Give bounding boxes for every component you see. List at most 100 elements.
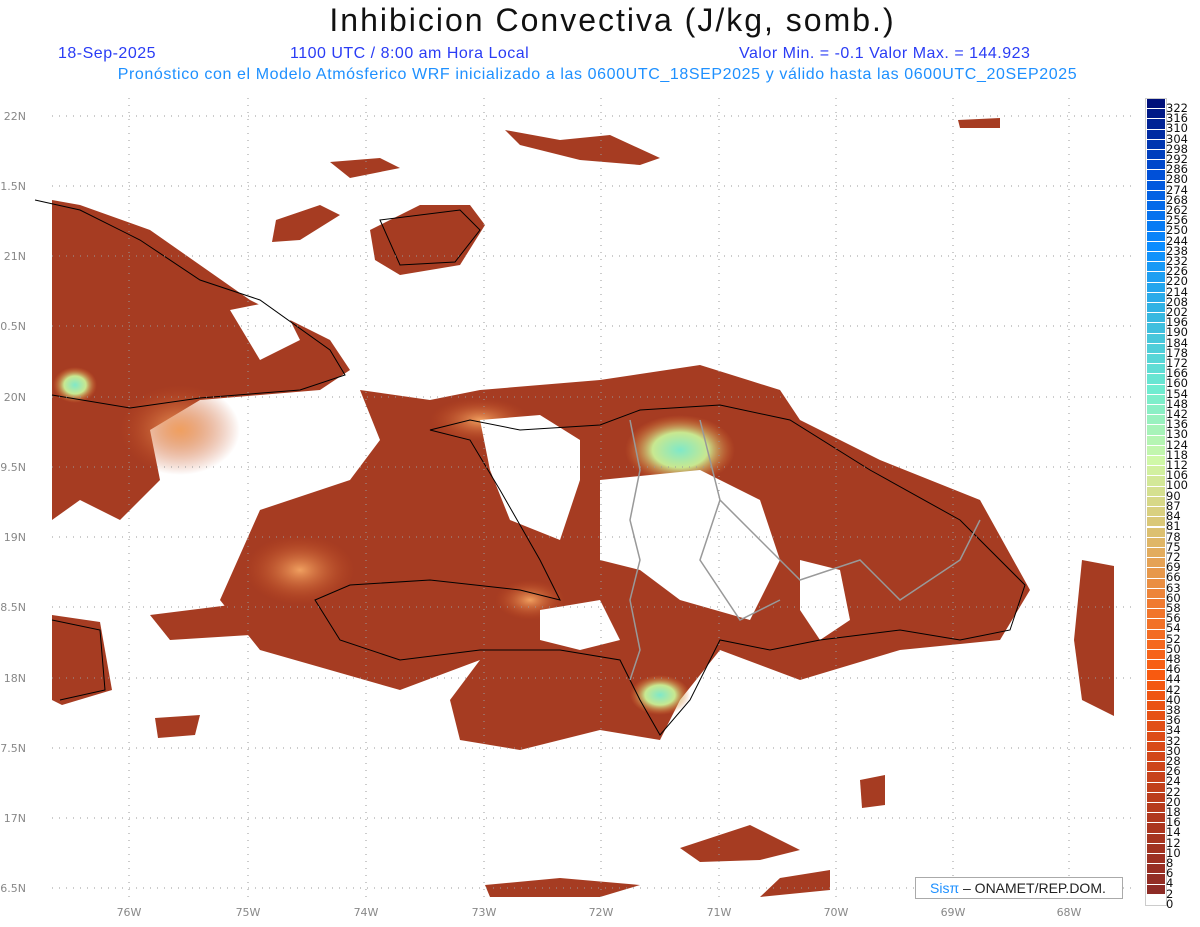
field-bahamas-3 xyxy=(272,205,340,242)
colorbar-swatch xyxy=(1147,445,1165,456)
colorbar-swatch xyxy=(1147,751,1165,762)
field-bahamas-2 xyxy=(330,158,400,178)
colorbar-swatch xyxy=(1147,190,1165,200)
colorbar-swatch xyxy=(1147,109,1165,119)
lat-label: 18N xyxy=(4,672,26,685)
lon-label: 68W xyxy=(1057,906,1082,919)
colorbar-swatch xyxy=(1147,629,1165,639)
colorbar-swatch xyxy=(1147,660,1165,670)
colorbar-swatch xyxy=(1147,343,1165,354)
lat-label: 6.5N xyxy=(0,882,26,895)
colorbar-swatch xyxy=(1147,813,1165,823)
colorbar-swatch xyxy=(1147,160,1165,170)
colorbar-swatch xyxy=(1147,802,1165,813)
colorbar-swatch xyxy=(1147,272,1165,282)
colorbar-swatch xyxy=(1147,456,1165,466)
colorbar-swatch xyxy=(1147,639,1165,649)
colorbar-swatch xyxy=(1147,547,1165,558)
colorbar-swatch xyxy=(1147,843,1165,853)
lat-label: 21N xyxy=(4,250,26,263)
field-bahamas-1 xyxy=(505,130,660,165)
colorbar-swatch xyxy=(1147,690,1165,700)
colorbar-swatch xyxy=(1147,762,1165,772)
lon-label: 70W xyxy=(824,906,849,919)
lon-label: 74W xyxy=(354,906,379,919)
colorbar-swatch xyxy=(1147,578,1165,588)
colorbar-swatch xyxy=(1147,282,1165,292)
colorbar-swatch xyxy=(1147,364,1165,374)
colorbar-swatch xyxy=(1147,894,1165,904)
colorbar-swatch xyxy=(1147,303,1165,313)
lon-label: 73W xyxy=(472,906,497,919)
colorbar-swatch xyxy=(1147,313,1165,323)
colorbar-swatch xyxy=(1147,507,1165,517)
lon-label: 72W xyxy=(589,906,614,919)
colorbar-swatch xyxy=(1147,517,1165,527)
lat-label: 7.5N xyxy=(0,742,26,755)
colorbar-swatch xyxy=(1147,792,1165,802)
colorbar-swatch xyxy=(1147,150,1165,160)
colorbar-swatch xyxy=(1147,252,1165,262)
colorbar-swatch xyxy=(1147,782,1165,792)
colorbar-swatch xyxy=(1147,711,1165,721)
colorbar-swatch xyxy=(1147,609,1165,619)
colorbar-swatch xyxy=(1147,598,1165,609)
colorbar-swatch xyxy=(1147,201,1165,211)
colorbar-swatch xyxy=(1147,323,1165,333)
colorbar-swatch xyxy=(1147,649,1165,660)
colorbar-swatch xyxy=(1147,405,1165,415)
colorbar-swatch xyxy=(1147,486,1165,496)
colorbar-swatch xyxy=(1147,772,1165,782)
lat-label: 17N xyxy=(4,812,26,825)
field-small-2 xyxy=(155,715,200,738)
colorbar-swatch xyxy=(1147,568,1165,578)
lat-label: 1.5N xyxy=(0,180,26,193)
colorbar-swatch xyxy=(1147,833,1165,843)
colorbar-swatch xyxy=(1147,853,1165,864)
colorbar-swatch xyxy=(1147,139,1165,149)
colorbar-swatch xyxy=(1147,619,1165,629)
colorbar-swatch xyxy=(1147,874,1165,884)
colorbar-swatch xyxy=(1147,670,1165,680)
map-canvas: 76W 75W 74W 73W 72W 71W 70W 69W 68W 22N 1.5N 21N 0.5… xyxy=(0,98,1135,919)
lat-label: 8.5N xyxy=(0,601,26,614)
colorbar-label: 0 xyxy=(1166,896,1174,911)
lat-label: 9.5N xyxy=(0,461,26,474)
lat-label: 19N xyxy=(4,531,26,544)
colorbar-swatch xyxy=(1147,588,1165,598)
colorbar-swatch xyxy=(1147,435,1165,445)
colorbar-swatch xyxy=(1147,262,1165,272)
lon-label: 76W xyxy=(117,906,142,919)
field-puerto-rico xyxy=(1074,560,1114,716)
sispi-logo: Sisπ xyxy=(930,880,960,896)
land-field xyxy=(52,118,1114,897)
colorbar-swatch xyxy=(1147,354,1165,364)
credit-text: – ONAMET/REP.DOM. xyxy=(959,880,1106,896)
colorbar-swatch xyxy=(1147,884,1165,894)
lat-label: 20N xyxy=(4,391,26,404)
field-inagua xyxy=(370,205,485,275)
lat-label: 0.5N xyxy=(0,320,26,333)
colorbar-swatch xyxy=(1147,211,1165,221)
colorbar-swatch xyxy=(1147,466,1165,476)
colorbar-swatch xyxy=(1147,231,1165,241)
field-south-2 xyxy=(485,878,640,897)
colorbar-swatch xyxy=(1147,527,1165,537)
colorbar-swatch xyxy=(1147,170,1165,180)
lon-label: 75W xyxy=(236,906,261,919)
colorbar-swatch xyxy=(1147,476,1165,486)
colorbar-swatch xyxy=(1147,221,1165,231)
colorbar-swatch xyxy=(1147,384,1165,394)
colorbar xyxy=(1145,98,1167,906)
field-south-3 xyxy=(760,870,830,897)
field-small-1 xyxy=(958,118,1000,128)
colorbar-swatch xyxy=(1147,680,1165,690)
colorbar-swatch xyxy=(1147,241,1165,252)
lat-label: 22N xyxy=(4,110,26,123)
colorbar-swatch xyxy=(1147,99,1165,109)
colorbar-swatch xyxy=(1147,415,1165,425)
colorbar-swatch xyxy=(1147,731,1165,741)
colorbar-swatch xyxy=(1147,864,1165,874)
colorbar-swatch xyxy=(1147,333,1165,343)
colorbar-swatch xyxy=(1147,129,1165,139)
